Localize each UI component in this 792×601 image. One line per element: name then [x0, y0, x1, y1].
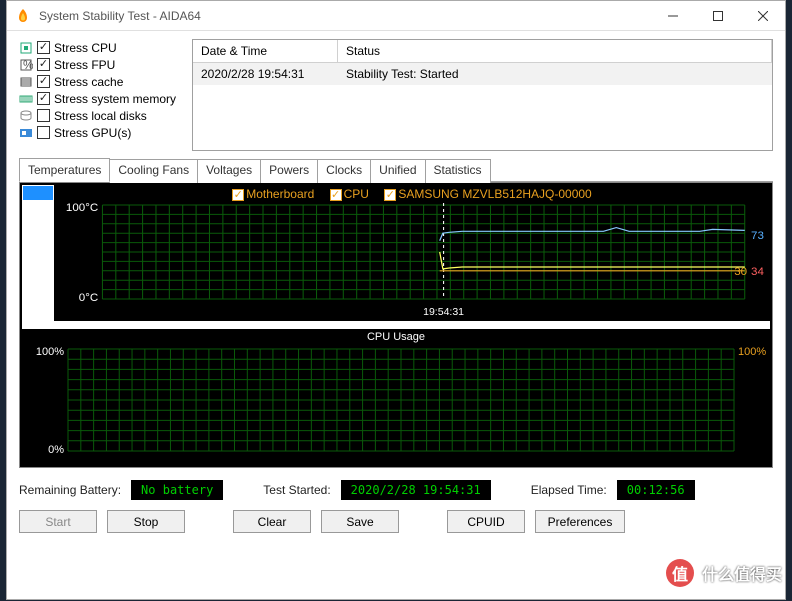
svg-text:100%: 100%	[738, 346, 766, 358]
stop-button[interactable]: Stop	[107, 510, 185, 533]
tab-powers[interactable]: Powers	[260, 159, 318, 183]
tab-voltages[interactable]: Voltages	[197, 159, 261, 183]
legend-ssd-label: SAMSUNG MZVLB512HAJQ-00000	[398, 187, 591, 201]
svg-text:100°C: 100°C	[66, 202, 98, 214]
battery-value: No battery	[131, 480, 223, 500]
tab-clocks[interactable]: Clocks	[317, 159, 371, 183]
cpu-usage-title: CPU Usage	[22, 331, 770, 343]
legend-cpu-label: CPU	[344, 187, 369, 201]
svg-text:30: 30	[734, 266, 747, 278]
svg-text:34: 34	[751, 266, 764, 278]
stress-cache-label: Stress cache	[54, 75, 123, 89]
svg-text:73: 73	[751, 230, 764, 242]
tab-cooling-fans[interactable]: Cooling Fans	[109, 159, 198, 183]
minimize-button[interactable]	[650, 1, 695, 30]
log-cell-status: Stability Test: Started	[338, 63, 772, 85]
svg-text:%: %	[23, 58, 33, 72]
tab-unified[interactable]: Unified	[370, 159, 425, 183]
start-button[interactable]: Start	[19, 510, 97, 533]
stress-gpu-checkbox[interactable]	[37, 126, 50, 139]
maximize-button[interactable]	[695, 1, 740, 30]
gpu-icon	[19, 126, 33, 140]
svg-text:19:54:31: 19:54:31	[423, 307, 464, 318]
stress-cpu-checkbox[interactable]	[37, 41, 50, 54]
log-row[interactable]: 2020/2/28 19:54:31 Stability Test: Start…	[193, 63, 772, 85]
elapsed-value: 00:12:56	[617, 480, 695, 500]
tab-temperatures[interactable]: Temperatures	[19, 158, 110, 182]
watermark-logo: 值	[666, 559, 694, 587]
cache-icon	[19, 75, 33, 89]
stress-memory-checkbox[interactable]	[37, 92, 50, 105]
log-panel: Date & Time Status 2020/2/28 19:54:31 St…	[192, 39, 773, 151]
tabs: Temperatures Cooling Fans Voltages Power…	[19, 157, 773, 182]
watermark-text: 什么值得买	[702, 561, 782, 585]
cpu-icon	[19, 41, 33, 55]
app-window: System Stability Test - AIDA64 Stress CP…	[6, 0, 786, 600]
disk-icon	[19, 109, 33, 123]
legend-cpu-checkbox[interactable]	[330, 189, 342, 201]
charts-container: Motherboard CPU SAMSUNG MZVLB512HAJQ-000…	[19, 182, 773, 468]
app-icon	[15, 8, 31, 24]
elapsed-label: Elapsed Time:	[531, 483, 607, 497]
stress-gpu-label: Stress GPU(s)	[54, 126, 131, 140]
titlebar[interactable]: System Stability Test - AIDA64	[7, 1, 785, 31]
cpu-usage-chart: CPU Usage 100% 0% 100%	[22, 329, 770, 465]
stress-disks-label: Stress local disks	[54, 109, 147, 123]
log-header-datetime[interactable]: Date & Time	[193, 40, 338, 62]
stress-disks-checkbox[interactable]	[37, 109, 50, 122]
stress-fpu-label: Stress FPU	[54, 58, 115, 72]
battery-label: Remaining Battery:	[19, 483, 121, 497]
status-bar: Remaining Battery: No battery Test Start…	[19, 480, 773, 500]
test-started-value: 2020/2/28 19:54:31	[341, 480, 491, 500]
preferences-button[interactable]: Preferences	[535, 510, 625, 533]
stress-fpu-checkbox[interactable]	[37, 58, 50, 71]
window-title: System Stability Test - AIDA64	[39, 9, 650, 23]
watermark: 值 什么值得买	[666, 559, 782, 587]
clear-button[interactable]: Clear	[233, 510, 311, 533]
sensor-selector[interactable]	[22, 185, 54, 321]
svg-text:100%: 100%	[36, 346, 64, 358]
stress-options-panel: Stress CPU % Stress FPU Stress cache Stre…	[19, 39, 184, 151]
stress-memory-label: Stress system memory	[54, 92, 176, 106]
stress-cache-checkbox[interactable]	[37, 75, 50, 88]
log-cell-datetime: 2020/2/28 19:54:31	[193, 63, 338, 85]
save-button[interactable]: Save	[321, 510, 399, 533]
log-header-status[interactable]: Status	[338, 40, 772, 62]
fpu-icon: %	[19, 58, 33, 72]
test-started-label: Test Started:	[263, 483, 330, 497]
legend-ssd-checkbox[interactable]	[384, 189, 396, 201]
legend-motherboard-label: Motherboard	[246, 187, 314, 201]
close-button[interactable]	[740, 1, 785, 30]
cpuid-button[interactable]: CPUID	[447, 510, 525, 533]
button-row: Start Stop Clear Save CPUID Preferences	[19, 510, 773, 533]
temperature-chart: Motherboard CPU SAMSUNG MZVLB512HAJQ-000…	[54, 185, 770, 321]
svg-text:0%: 0%	[48, 444, 64, 456]
stress-cpu-label: Stress CPU	[54, 41, 117, 55]
memory-icon	[19, 92, 33, 106]
svg-text:0°C: 0°C	[79, 292, 98, 304]
legend-motherboard-checkbox[interactable]	[232, 189, 244, 201]
tab-statistics[interactable]: Statistics	[425, 159, 491, 183]
